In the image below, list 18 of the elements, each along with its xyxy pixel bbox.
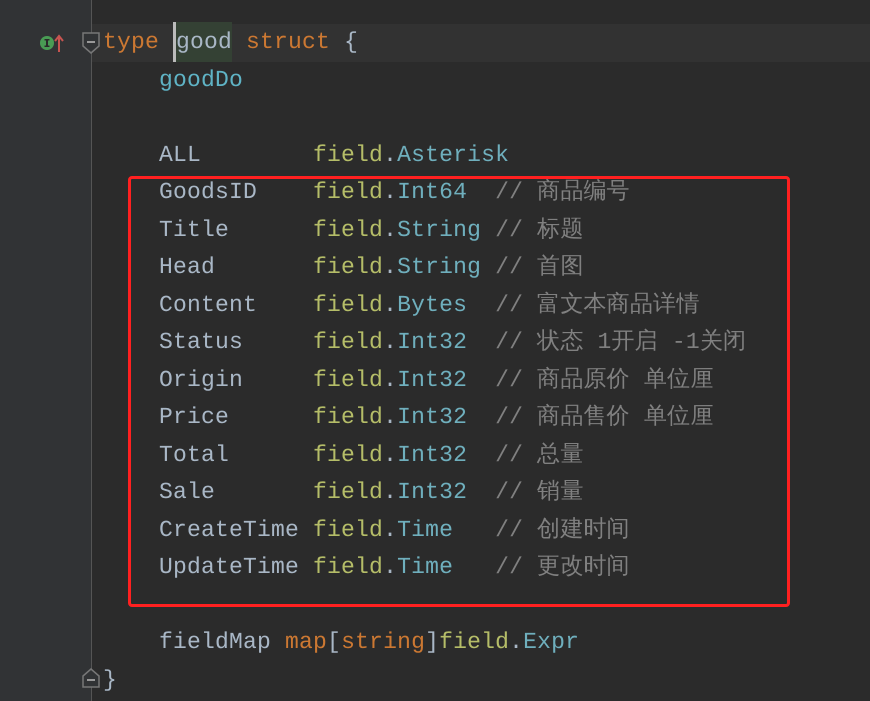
fold-icon[interactable] [82,32,100,54]
code-line: Origin field.Int32 // 商品原价 单位厘 [158,368,714,392]
fold-icon[interactable] [82,668,100,688]
implementation-marker-icon[interactable] [39,32,65,54]
code-line: Content field.Bytes // 富文本商品详情 [158,294,700,317]
code-line: Sale field.Int32 // 销量 [158,481,584,504]
code-line: ALL field.Asterisk [158,144,510,167]
code-line: fieldMap map[string]field.Expr [158,631,580,654]
code-line: Status field.Int32 // 状态 1开启 -1关闭 [158,331,746,354]
code-line: Title field.String // 标题 [158,218,584,242]
code-line: CreateTime field.Time // 创建时间 [158,518,630,542]
code-line: Total field.Int32 // 总量 [158,444,584,467]
code-line: } [102,668,118,692]
code-line: UpdateTime field.Time // 更改时间 [158,556,630,580]
code-line: Price field.Int32 // 商品售价 单位厘 [158,406,714,430]
code-line: goodDo [158,68,244,92]
code-line: Head field.String // 首图 [158,256,584,280]
code-line: GoodsID field.Int64 // 商品编号 [158,181,630,204]
